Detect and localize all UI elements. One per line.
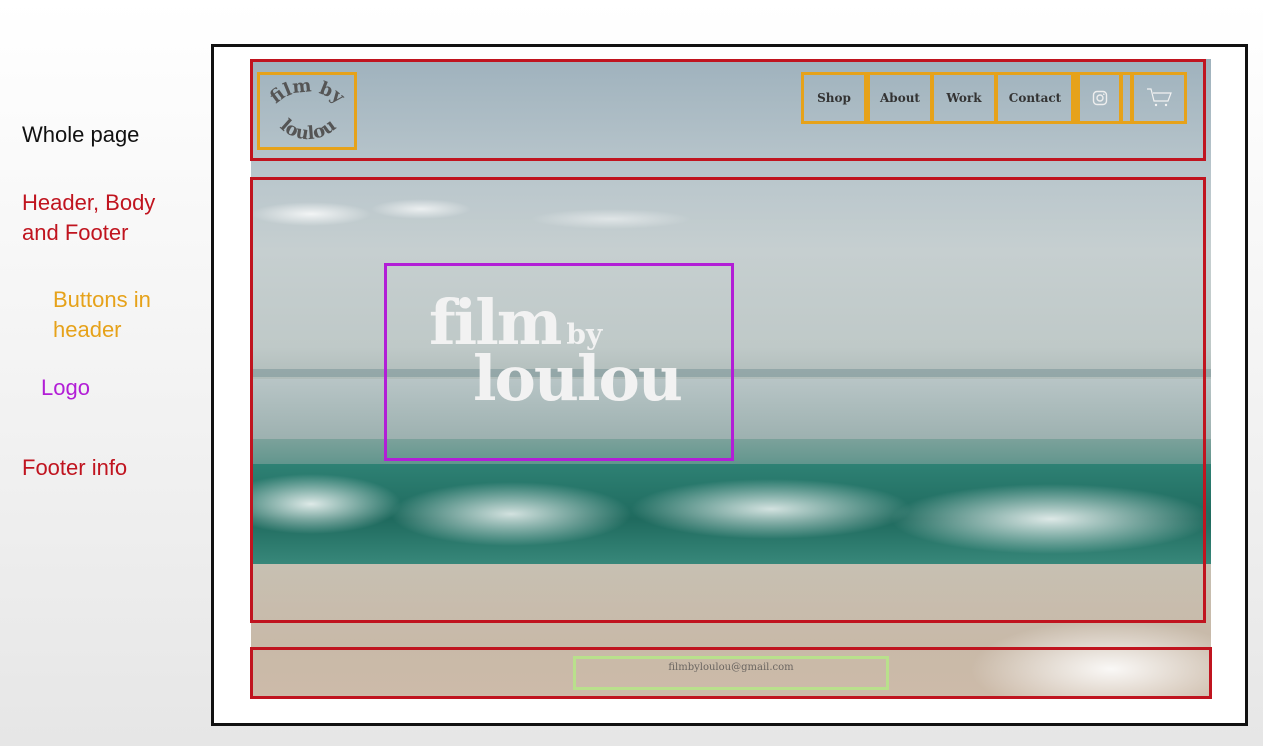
hero-logo: film by loulou — [384, 263, 734, 461]
legend-logo: Logo — [41, 375, 90, 400]
nav-work-button[interactable]: Work — [931, 72, 997, 124]
cart-button[interactable] — [1131, 72, 1187, 124]
nav-about-button[interactable]: About — [867, 72, 933, 124]
svg-text:loulou: loulou — [276, 115, 340, 145]
nav-shop-button[interactable]: Shop — [801, 72, 867, 124]
hero-logo-wordmark: film by loulou — [429, 292, 683, 415]
hero-logo-loulou: loulou — [473, 342, 683, 415]
cart-icon — [1147, 88, 1172, 107]
legend-buttons-in-header: Buttons in header — [53, 287, 151, 342]
legend-whole-page: Whole page — [22, 122, 140, 147]
logo-top-text: film by — [266, 75, 349, 108]
instagram-button[interactable] — [1077, 72, 1123, 124]
whole-page-frame: film by loulou Shop About Work Contact f… — [211, 44, 1248, 726]
legend-footer-info: Footer info — [22, 455, 128, 480]
legend-header-body-footer: Header, Body and Footer — [22, 190, 156, 245]
header-logo[interactable]: film by loulou — [257, 72, 357, 150]
svg-text:film by: film by — [266, 75, 349, 108]
instagram-icon — [1092, 90, 1108, 106]
logo-bottom-text: loulou — [276, 115, 340, 145]
footer-email[interactable]: filmbyloulou@gmail.com — [668, 662, 793, 673]
footer-info: filmbyloulou@gmail.com — [573, 656, 889, 690]
nav-contact-button[interactable]: Contact — [995, 72, 1075, 124]
header-logo-mark: film by loulou — [266, 75, 349, 145]
